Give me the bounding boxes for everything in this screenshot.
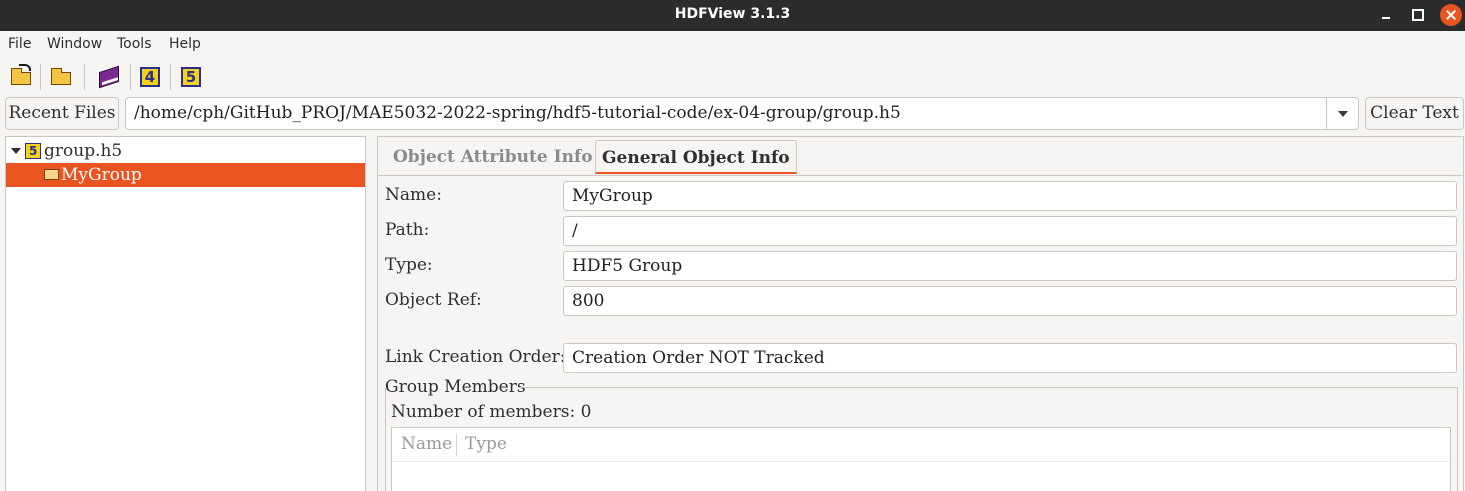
file-path-combo[interactable]: /home/cph/GitHub_PROJ/MAE5032-2022-sprin… — [125, 97, 1359, 130]
object-ref-label: Object Ref: — [385, 290, 482, 310]
tree-item-mygroup[interactable]: MyGroup — [6, 163, 365, 187]
toolbar-separator — [170, 64, 171, 90]
open-file-icon[interactable] — [8, 64, 34, 90]
header-divider — [392, 461, 1450, 462]
path-field[interactable]: / — [563, 216, 1457, 246]
members-table[interactable]: Name Type — [391, 427, 1451, 491]
type-field[interactable]: HDF5 Group — [563, 251, 1457, 281]
title-bar: HDFView 3.1.3 — [0, 0, 1465, 31]
type-label: Type: — [385, 255, 433, 275]
tree-item-root[interactable]: group.h5 — [6, 139, 365, 163]
folder-icon — [44, 169, 59, 180]
open-folder-icon[interactable] — [48, 64, 74, 90]
window-title: HDFView 3.1.3 — [674, 6, 791, 22]
file-tree: group.h5 MyGroup — [5, 136, 366, 491]
menu-window[interactable]: Window — [47, 36, 102, 52]
menu-file[interactable]: File — [8, 36, 31, 52]
menu-tools[interactable]: Tools — [117, 36, 152, 52]
tree-item-label: MyGroup — [61, 165, 142, 185]
toolbar: 4 5 — [0, 60, 1465, 94]
menu-bar: File Window Tools Help — [0, 31, 1465, 57]
clear-text-button[interactable]: Clear Text — [1365, 97, 1464, 130]
object-info-panel: Object Attribute Info General Object Inf… — [377, 136, 1464, 491]
column-header-name[interactable]: Name — [401, 428, 452, 461]
name-label: Name: — [385, 185, 442, 205]
hdf5-file-icon — [25, 139, 41, 163]
link-creation-order-label: Link Creation Order: — [385, 347, 566, 367]
recent-files-button[interactable]: Recent Files — [5, 97, 119, 130]
file-path-input[interactable]: /home/cph/GitHub_PROJ/MAE5032-2022-sprin… — [134, 98, 901, 129]
chevron-down-icon[interactable] — [1326, 98, 1358, 129]
toolbar-separator — [84, 64, 85, 90]
hdf5-library-icon[interactable]: 5 — [178, 64, 204, 90]
member-count: Number of members: 0 — [391, 402, 592, 422]
path-label: Path: — [385, 220, 430, 240]
tree-item-label: group.h5 — [44, 141, 123, 161]
object-ref-field[interactable]: 800 — [563, 286, 1457, 316]
toolbar-separator — [130, 64, 131, 90]
users-guide-icon[interactable] — [96, 64, 122, 90]
hdf4-library-icon[interactable]: 4 — [137, 64, 163, 90]
column-divider[interactable] — [456, 434, 457, 456]
link-creation-order-field[interactable]: Creation Order NOT Tracked — [563, 343, 1457, 373]
maximize-icon[interactable] — [1406, 4, 1428, 26]
column-header-type[interactable]: Type — [465, 428, 507, 461]
tab-object-attribute-info[interactable]: Object Attribute Info — [387, 140, 599, 174]
name-field[interactable]: MyGroup — [563, 181, 1457, 211]
panel-splitter[interactable] — [368, 136, 374, 491]
menu-help[interactable]: Help — [169, 36, 201, 52]
toolbar-separator — [40, 64, 41, 90]
tab-general-object-info[interactable]: General Object Info — [595, 140, 797, 174]
close-icon[interactable] — [1440, 4, 1462, 26]
tab-bar: Object Attribute Info General Object Inf… — [378, 137, 1463, 176]
minimize-icon[interactable] — [1375, 4, 1397, 26]
expand-arrow-icon[interactable] — [11, 148, 21, 154]
